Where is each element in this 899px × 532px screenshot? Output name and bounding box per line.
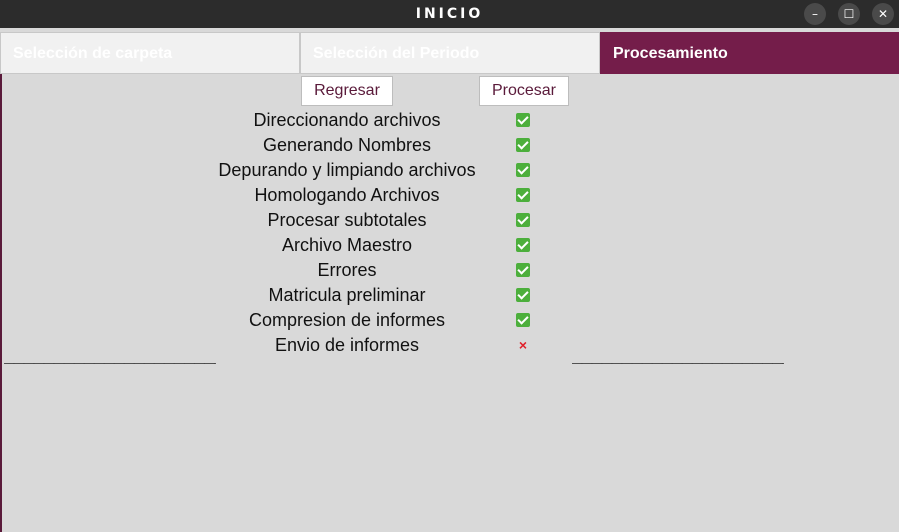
check-icon (513, 158, 533, 183)
check-icon (513, 258, 533, 283)
minimize-icon[interactable]: – (804, 3, 826, 25)
check-mark-icon (516, 263, 530, 277)
tab-procesamiento[interactable]: Procesamiento (600, 32, 899, 74)
step-label: Generando Nombres (262, 135, 432, 155)
check-mark-icon (516, 238, 530, 252)
step-label: Envio de informes (274, 335, 420, 355)
check-icon (513, 308, 533, 333)
step-label: Homologando Archivos (254, 185, 440, 205)
check-mark-icon (516, 213, 530, 227)
step-label: Archivo Maestro (281, 235, 413, 255)
check-icon (513, 133, 533, 158)
separator-line-right: _________________________ (572, 346, 784, 364)
error-cross-icon: × (513, 333, 533, 358)
step-label: Depurando y limpiando archivos (218, 160, 476, 180)
check-mark-icon (516, 138, 530, 152)
title-bar: INICIO – ☐ ✕ (0, 0, 899, 28)
process-button[interactable]: Procesar (479, 76, 569, 106)
check-icon (513, 108, 533, 133)
app-window: INICIO – ☐ ✕ Selección de carpeta Selecc… (0, 0, 899, 532)
close-icon[interactable]: ✕ (872, 3, 894, 25)
check-icon (513, 208, 533, 233)
window-title: INICIO (415, 6, 484, 22)
back-button[interactable]: Regresar (301, 76, 393, 106)
check-mark-icon (516, 113, 530, 127)
step-label: Matricula preliminar (268, 285, 426, 305)
check-mark-icon (516, 163, 530, 177)
tab-seleccion-carpeta[interactable]: Selección de carpeta (0, 32, 300, 74)
step-label: Errores (317, 260, 377, 280)
check-mark-icon (516, 188, 530, 202)
check-mark-icon (516, 288, 530, 302)
step-label: Direccionando archivos (253, 110, 441, 130)
cross-symbol: × (518, 337, 528, 353)
tab-seleccion-periodo[interactable]: Selección del Periodo (300, 32, 600, 74)
step-label: Procesar subtotales (267, 210, 427, 230)
step-label: Compresion de informes (248, 310, 446, 330)
check-icon (513, 233, 533, 258)
check-icon (513, 183, 533, 208)
check-mark-icon (516, 313, 530, 327)
separator-line-left: _________________________ (4, 346, 216, 364)
tab-bar: Selección de carpeta Selección del Perio… (0, 32, 899, 74)
check-icon (513, 283, 533, 308)
maximize-icon[interactable]: ☐ (838, 3, 860, 25)
